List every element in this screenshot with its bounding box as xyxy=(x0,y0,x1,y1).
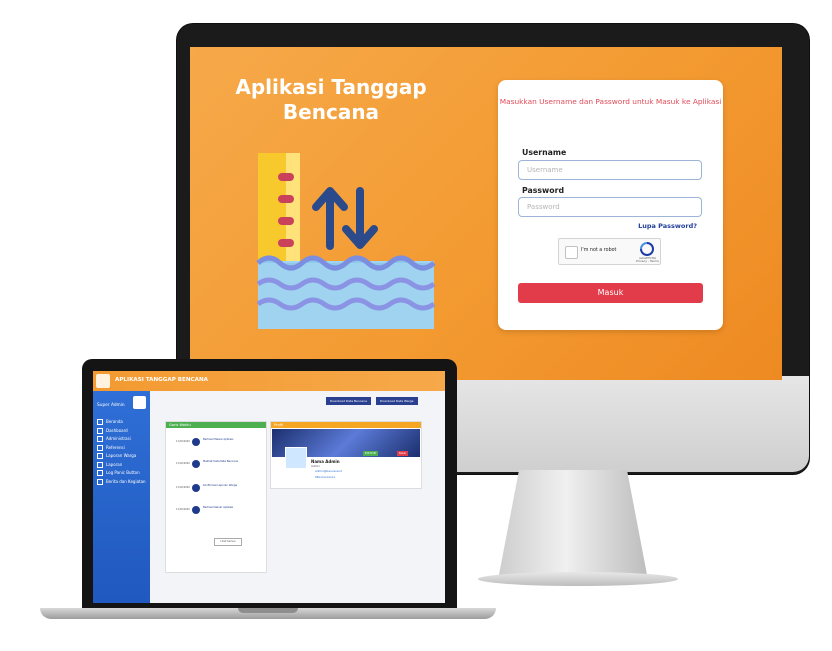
sidebar: Super Admin Beranda Dashboard Administra… xyxy=(93,391,150,603)
monitor-stand xyxy=(498,470,648,580)
password-input[interactable]: Password xyxy=(518,197,702,217)
profile-role: Admin xyxy=(311,464,320,468)
profile-phone: 08xxxxxxxxxx xyxy=(315,475,336,479)
profile-card-title: Profil xyxy=(271,422,421,428)
timeline-dot xyxy=(192,506,200,514)
sidebar-user-name: Super Admin xyxy=(97,403,125,408)
login-screen: Aplikasi Tanggap Bencana Masukkan Userna… xyxy=(190,47,782,380)
home-icon xyxy=(97,419,103,425)
app-title: Aplikasi Tanggap Bencana xyxy=(235,75,427,124)
download-citizen-data-button[interactable]: Download Data Warga xyxy=(376,397,418,405)
captcha-text: I'm not a robot xyxy=(581,248,617,253)
recaptcha-widget: I'm not a robot reCAPTCHA Privacy - Term… xyxy=(558,238,661,265)
news-icon xyxy=(97,478,103,485)
sidebar-item-berita[interactable]: Berita dan Kegiatan xyxy=(97,478,149,487)
username-label: Username xyxy=(522,148,567,157)
monitor-stand-base xyxy=(478,572,678,586)
gear-icon xyxy=(97,444,103,451)
username-input[interactable]: Username xyxy=(518,160,702,180)
sidebar-item-administrasi[interactable]: Administrasi xyxy=(97,435,149,444)
captcha-checkbox[interactable] xyxy=(565,246,578,259)
edit-profile-button[interactable]: Edit Profil xyxy=(363,451,378,456)
logout-button[interactable]: Keluar xyxy=(397,451,409,456)
download-disaster-data-button[interactable]: Download Data Bencana xyxy=(326,397,372,405)
app-logo-icon xyxy=(96,374,110,388)
dashboard-header: APLIKASI TANGGAP BENCANA xyxy=(93,371,445,391)
sidebar-item-beranda[interactable]: Beranda xyxy=(97,418,149,427)
recaptcha-logo-icon xyxy=(640,242,654,256)
captcha-brand: reCAPTCHA Privacy - Terms xyxy=(636,256,659,264)
dashboard-title: APLIKASI TANGGAP BENCANA xyxy=(115,377,208,383)
document-icon xyxy=(97,461,103,468)
timeline-card: Garis Waktu 11/02/2020 Berhasil Masuk Ap… xyxy=(165,421,267,573)
timeline-more-button[interactable]: Lihat Semua xyxy=(214,538,242,546)
dashboard-screen: APLIKASI TANGGAP BENCANA Super Admin Ber… xyxy=(93,371,445,603)
sidebar-item-laporan[interactable]: Laporan xyxy=(97,461,149,470)
timeline-dot xyxy=(192,438,200,446)
sidebar-menu: Beranda Dashboard Administrasi Referensi… xyxy=(97,418,149,486)
sidebar-item-referensi[interactable]: Referensi xyxy=(97,444,149,453)
sidebar-item-laporan-warga[interactable]: Laporan Warga xyxy=(97,452,149,461)
sidebar-item-log-panic[interactable]: Log Panic Button xyxy=(97,469,149,478)
sidebar-item-dashboard[interactable]: Dashboard xyxy=(97,427,149,436)
timeline-card-title: Garis Waktu xyxy=(166,422,266,428)
water-level-illustration-icon xyxy=(256,153,436,329)
timeline-dot xyxy=(192,460,200,468)
admin-icon xyxy=(97,436,103,442)
dashboard-icon xyxy=(97,427,103,434)
login-button[interactable]: Masuk xyxy=(518,283,703,303)
laptop-notch xyxy=(238,608,298,613)
profile-email: admin@bencana.id xyxy=(315,469,343,473)
timeline-dot xyxy=(192,484,200,492)
login-message: Masukkan Username dan Password untuk Mas… xyxy=(499,97,722,106)
phone-icon xyxy=(97,470,103,476)
dashboard-main: Download Data Bencana Download Data Warg… xyxy=(150,391,445,603)
profile-card: Profil Edit Profil Keluar Nama Admin Adm… xyxy=(270,421,422,489)
report-icon xyxy=(97,453,103,459)
avatar[interactable] xyxy=(133,396,146,409)
login-card: Masukkan Username dan Password untuk Mas… xyxy=(498,80,723,330)
profile-avatar xyxy=(285,447,307,469)
password-label: Password xyxy=(522,186,565,195)
forgot-password-link[interactable]: Lupa Password? xyxy=(638,222,697,230)
